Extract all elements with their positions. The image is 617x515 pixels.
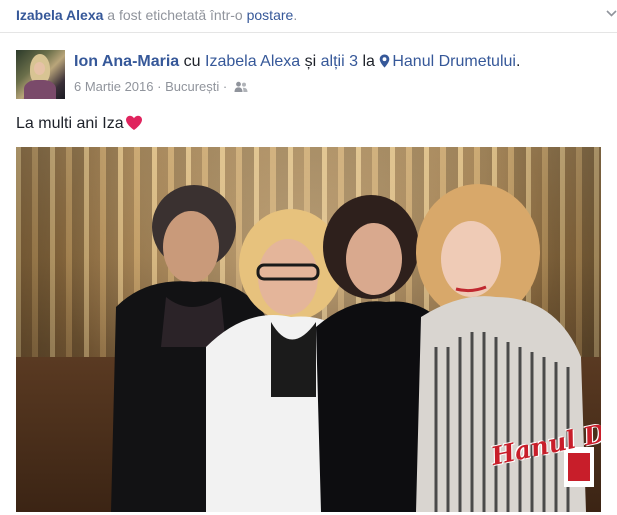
author-name-link[interactable]: Ion Ana-Maria: [74, 53, 179, 70]
notification-text-middle: a fost etichetată într-o: [103, 7, 247, 23]
city-link[interactable]: București: [165, 79, 219, 94]
notification-post-link[interactable]: postare: [247, 7, 294, 23]
author-avatar[interactable]: [16, 50, 65, 99]
post-date-link[interactable]: 6 Martie 2016: [74, 79, 154, 94]
post-message-text: La multi ani Iza: [16, 115, 124, 132]
location-pin-icon: [380, 54, 390, 68]
notification-text-end: .: [293, 7, 298, 23]
post-photo[interactable]: Hanul Dru: [16, 147, 601, 512]
meta-separator-2: ·: [219, 79, 228, 94]
tagged-person-link[interactable]: Izabela Alexa: [205, 53, 300, 70]
others-link[interactable]: alții 3: [321, 53, 358, 70]
and-word: și: [300, 53, 321, 70]
post-message: La multi ani Iza: [16, 115, 143, 133]
friends-icon[interactable]: [234, 81, 248, 93]
notification-bar: Izabela Alexa a fost etichetată într-o p…: [0, 0, 617, 33]
chevron-down-icon[interactable]: [606, 8, 617, 19]
place-link[interactable]: Hanul Drumetului: [392, 53, 516, 70]
post-header: Ion Ana-Maria cu Izabela Alexa și alții …: [74, 53, 520, 71]
header-end: .: [515, 53, 521, 70]
post-meta: 6 Martie 2016 · București ·: [74, 79, 248, 94]
heart-icon: [125, 115, 142, 130]
meta-separator: ·: [153, 79, 166, 94]
notification-text: Izabela Alexa a fost etichetată într-o p…: [16, 7, 297, 23]
with-word: cu: [179, 53, 205, 70]
at-word: la: [358, 53, 380, 70]
notification-actor-link[interactable]: Izabela Alexa: [16, 7, 103, 23]
